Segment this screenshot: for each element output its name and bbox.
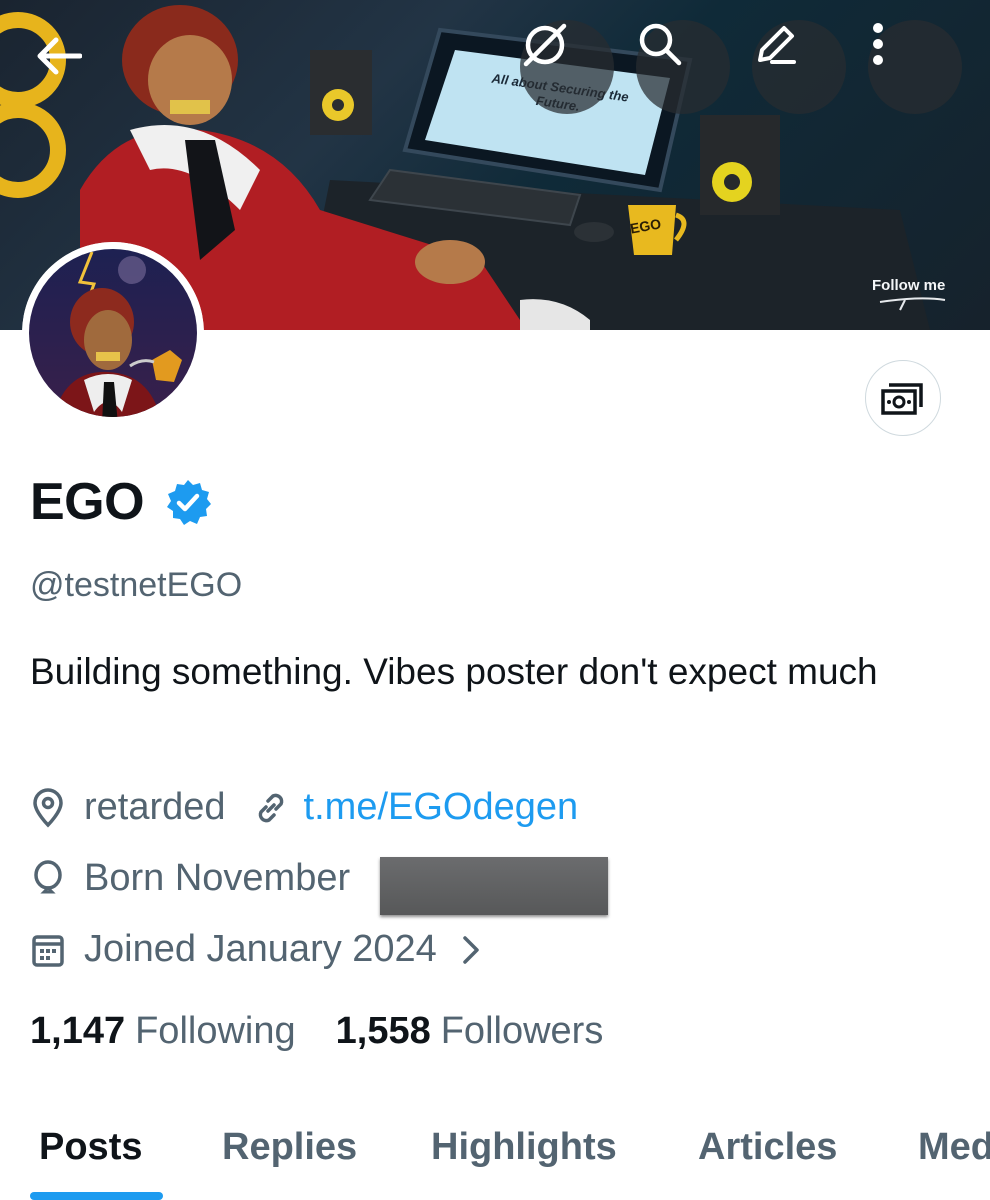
balloon-icon (30, 859, 66, 899)
profile-birthday: Born November (84, 857, 351, 899)
tips-button[interactable] (865, 360, 941, 436)
redaction-box (380, 857, 608, 915)
profile-bio: Building something. Vibes poster don't e… (30, 651, 878, 692)
tab-highlights[interactable]: Highlights (431, 1126, 617, 1169)
profile-link[interactable]: t.me/EGOdegen (304, 786, 579, 829)
profile-tabs: Posts Replies Highlights Articles Media (0, 1120, 990, 1200)
edit-icon (758, 26, 796, 64)
followers-label: Followers (440, 1010, 604, 1052)
location-pin-icon (30, 787, 66, 828)
avatar-image (22, 242, 204, 424)
profile-name-row: EGO (30, 472, 212, 532)
following-label: Following (135, 1010, 296, 1052)
tab-replies[interactable]: Replies (222, 1126, 357, 1169)
avatar[interactable] (22, 242, 204, 424)
tab-articles[interactable]: Articles (698, 1126, 837, 1169)
profile-location: retarded (84, 786, 226, 828)
profile-name: EGO (30, 473, 145, 531)
meta-birthday-row: Born November (30, 857, 350, 900)
profile-handle: @testnetEGO (30, 566, 243, 604)
calendar-icon (30, 931, 66, 969)
follow-stats: 1,147 Following 1,558 Followers (30, 1010, 603, 1053)
grok-button[interactable] (520, 20, 614, 114)
following-count: 1,147 (30, 1010, 126, 1052)
banner-caption: Follow me (872, 277, 946, 294)
search-icon (639, 23, 682, 66)
link-icon (252, 789, 290, 827)
followers-count: 1,558 (335, 1010, 431, 1052)
money-icon (881, 383, 923, 415)
tab-posts[interactable]: Posts (39, 1126, 142, 1169)
grok-icon (523, 23, 567, 67)
meta-location-link-row: retarded t.me/EGOdegen (30, 786, 578, 829)
back-arrow-icon (37, 37, 82, 75)
followers-stat[interactable]: 1,558 Followers (336, 1010, 604, 1053)
more-vertical-icon (873, 23, 883, 65)
back-button[interactable] (36, 36, 96, 96)
meta-joined-row[interactable]: Joined January 2024 (30, 928, 499, 971)
more-button[interactable] (868, 20, 962, 114)
verified-badge-icon[interactable] (164, 478, 212, 526)
tab-media[interactable]: Media (918, 1126, 990, 1169)
following-stat[interactable]: 1,147 Following (30, 1010, 296, 1053)
search-button[interactable] (636, 20, 730, 114)
chevron-right-icon (461, 934, 481, 966)
active-tab-indicator (30, 1192, 163, 1200)
edit-button[interactable] (752, 20, 846, 114)
profile-joined: Joined January 2024 (84, 928, 437, 970)
